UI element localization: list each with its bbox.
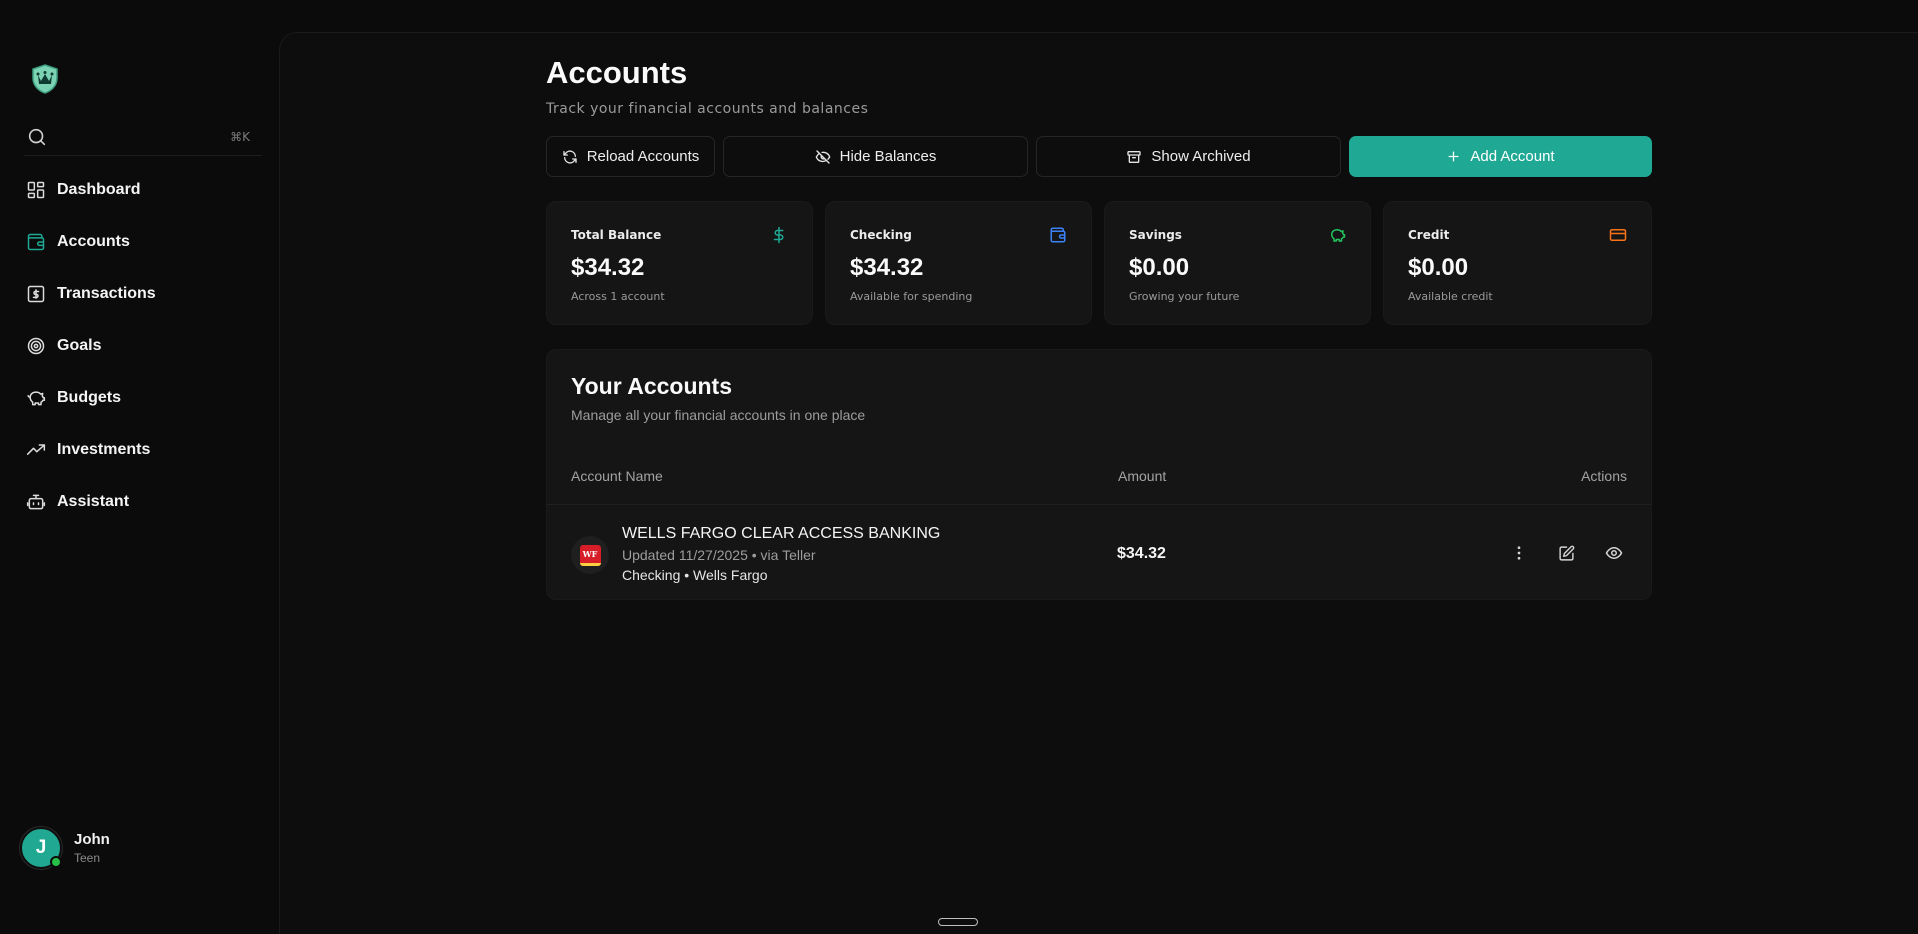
sidebar-item-label: Budgets xyxy=(57,389,121,406)
stat-caption: Growing your future xyxy=(1129,290,1240,303)
avatar-initial: J xyxy=(35,837,47,858)
reload-accounts-label: Reload Accounts xyxy=(586,148,700,165)
view-account-button[interactable] xyxy=(1601,540,1627,566)
more-vertical-icon xyxy=(1517,546,1521,560)
page-title: Accounts xyxy=(546,55,688,90)
eye-off-icon xyxy=(815,149,831,164)
user-name: John xyxy=(74,831,110,848)
credit-card-icon xyxy=(1609,229,1627,241)
user-profile[interactable]: J John Teen xyxy=(20,827,110,869)
stat-value: $34.32 xyxy=(571,254,645,281)
sidebar-item-transactions[interactable]: Transactions xyxy=(24,268,264,320)
sidebar: ⌘K Dashboard Accounts Transactions Goals… xyxy=(0,0,279,934)
target-icon xyxy=(24,334,48,358)
archive-icon xyxy=(1127,150,1142,163)
stat-caption: Available for spending xyxy=(850,290,973,303)
stat-label: Total Balance xyxy=(571,228,662,242)
sidebar-item-label: Investments xyxy=(57,441,151,458)
dollar-icon xyxy=(773,226,784,244)
dollar-receipt-icon xyxy=(24,282,48,306)
wells-fargo-logo-icon: WF xyxy=(579,544,601,566)
wallet-icon xyxy=(1050,227,1066,243)
account-type: Checking • Wells Fargo xyxy=(622,567,768,583)
show-archived-button[interactable]: Show Archived xyxy=(1036,136,1341,177)
page-subtitle: Track your financial accounts and balanc… xyxy=(546,101,869,117)
sidebar-item-label: Goals xyxy=(57,337,102,354)
sidebar-item-investments[interactable]: Investments xyxy=(24,424,264,476)
sidebar-item-label: Transactions xyxy=(57,285,156,302)
add-account-button[interactable]: Add Account xyxy=(1349,136,1652,177)
account-amount: $34.32 xyxy=(1117,545,1166,562)
stat-caption: Across 1 account xyxy=(571,290,665,303)
card-title: Your Accounts xyxy=(571,373,733,399)
piggy-bank-icon xyxy=(24,386,48,410)
edit-account-button[interactable] xyxy=(1553,540,1579,566)
bot-icon xyxy=(24,490,48,514)
sidebar-item-label: Assistant xyxy=(57,493,130,510)
online-status-dot xyxy=(50,856,62,868)
plus-icon xyxy=(1448,151,1459,162)
toolbar: Reload Accounts Hide Balances Show Archi… xyxy=(546,136,1652,177)
stat-label: Credit xyxy=(1408,228,1450,242)
stat-label: Checking xyxy=(850,228,912,242)
column-header-account-name: Account Name xyxy=(571,468,663,484)
search-shortcut-hint: ⌘K xyxy=(230,130,250,144)
stat-label: Savings xyxy=(1129,228,1182,242)
card-subtitle: Manage all your financial accounts in on… xyxy=(571,407,866,423)
stat-value: $0.00 xyxy=(1408,254,1469,281)
eye-icon xyxy=(1605,546,1623,560)
column-header-amount: Amount xyxy=(1118,468,1167,484)
sidebar-item-label: Dashboard xyxy=(57,181,141,198)
sidebar-item-goals[interactable]: Goals xyxy=(24,320,264,372)
accounts-card: Your Accounts Manage all your financial … xyxy=(546,349,1652,600)
sidebar-item-assistant[interactable]: Assistant xyxy=(24,476,264,528)
sidebar-item-budgets[interactable]: Budgets xyxy=(24,372,264,424)
sidebar-nav: Dashboard Accounts Transactions Goals Bu… xyxy=(24,164,264,528)
avatar[interactable]: J xyxy=(20,827,62,869)
search-bar[interactable]: ⌘K xyxy=(24,118,262,156)
table-row[interactable]: WF WELLS FARGO CLEAR ACCESS BANKING Upda… xyxy=(547,505,1651,599)
piggy-bank-icon xyxy=(1331,229,1346,242)
hide-balances-label: Hide Balances xyxy=(839,148,937,165)
stat-card-checking: Checking $34.32 Available for spending xyxy=(825,201,1092,325)
edit-icon xyxy=(1558,545,1574,561)
stat-caption: Available credit xyxy=(1408,290,1493,303)
main-panel: Accounts Track your financial accounts a… xyxy=(279,32,1918,934)
reload-accounts-button[interactable]: Reload Accounts xyxy=(546,136,715,177)
account-updated: Updated 11/27/2025 • via Teller xyxy=(622,547,816,563)
hide-balances-button[interactable]: Hide Balances xyxy=(723,136,1028,177)
account-name: WELLS FARGO CLEAR ACCESS BANKING xyxy=(622,525,941,542)
more-options-button[interactable] xyxy=(1506,540,1532,566)
bank-logo: WF xyxy=(571,536,609,574)
stat-value: $34.32 xyxy=(850,254,924,281)
refresh-icon xyxy=(563,149,577,164)
user-text: John Teen xyxy=(74,831,110,865)
stat-value: $0.00 xyxy=(1129,254,1190,281)
wallet-icon xyxy=(24,230,48,254)
stat-card-credit: Credit $0.00 Available credit xyxy=(1383,201,1652,325)
app-root: ⌘K Dashboard Accounts Transactions Goals… xyxy=(0,0,1918,934)
add-account-label: Add Account xyxy=(1470,148,1555,165)
bottom-drag-handle[interactable] xyxy=(938,918,978,926)
sidebar-item-dashboard[interactable]: Dashboard xyxy=(24,164,264,216)
shield-crown-logo-icon[interactable] xyxy=(31,64,59,94)
search-icon xyxy=(26,126,48,148)
stat-card-savings: Savings $0.00 Growing your future xyxy=(1104,201,1371,325)
dashboard-grid-icon xyxy=(24,178,48,202)
show-archived-label: Show Archived xyxy=(1151,148,1251,165)
trending-up-icon xyxy=(24,438,48,462)
user-role: Teen xyxy=(74,851,101,865)
stat-card-total-balance: Total Balance $34.32 Across 1 account xyxy=(546,201,813,325)
column-header-actions: Actions xyxy=(1581,468,1627,484)
sidebar-item-accounts[interactable]: Accounts xyxy=(24,216,264,268)
summary-stats: Total Balance $34.32 Across 1 account Ch… xyxy=(546,201,1652,325)
sidebar-item-label: Accounts xyxy=(57,233,130,250)
